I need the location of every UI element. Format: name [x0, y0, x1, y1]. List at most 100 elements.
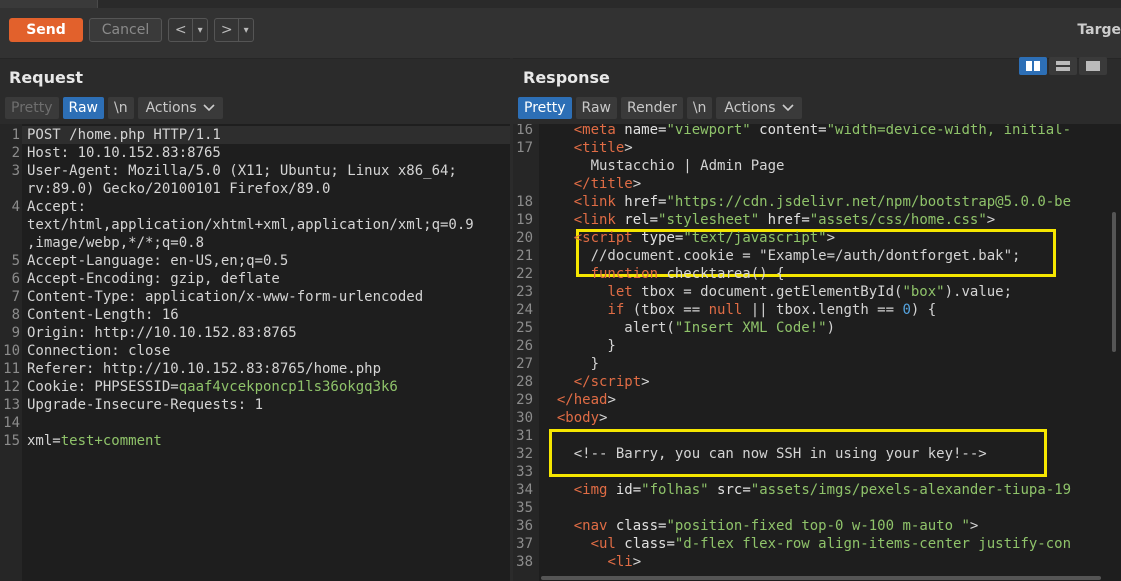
forward-history-dropdown[interactable]: ▾ — [238, 19, 253, 41]
token-plain: > — [632, 554, 642, 570]
token-str: "box" — [902, 284, 945, 300]
response-tab-render[interactable]: Render — [620, 97, 683, 119]
response-line: 29 </head> — [513, 391, 1121, 409]
request-line: 3 User-Agent: Mozilla/5.0 (X11; Ubuntu; L… — [0, 162, 510, 180]
code-text: Referer: http://10.10.152.83:8765/home.p… — [27, 360, 381, 378]
token-plain: > — [607, 392, 616, 408]
back-history-dropdown[interactable]: ▾ — [192, 19, 207, 41]
line-number: 11 — [3, 361, 20, 377]
code-text: <img id="folhas" src="assets/imgs/pexels… — [540, 481, 1071, 499]
line-number: 13 — [3, 397, 20, 413]
request-tab-pretty[interactable]: Pretty — [5, 97, 59, 119]
token-plain: Mustacchio | Admin Page — [540, 158, 785, 174]
top-toolbar: Send Cancel < ▾ > ▾ Targe — [0, 0, 1121, 59]
token-str: "assets/css/home.css" — [809, 212, 987, 228]
response-line: 34 <img id="folhas" src="assets/imgs/pex… — [513, 481, 1121, 499]
response-line: 33 — [513, 463, 1121, 481]
token-tag: <script — [573, 230, 642, 246]
line-number: 4 — [11, 199, 20, 215]
token-plain: Upgrade-Insecure-Requests: 1 — [27, 397, 264, 413]
token-attr: content= — [750, 124, 827, 138]
request-line: 12 Cookie: PHPSESSID=qaaf4vcekponcp1ls36o… — [0, 378, 510, 396]
back-button[interactable]: < — [169, 19, 192, 41]
response-line: 36 <nav class="position-fixed top-0 w-10… — [513, 517, 1121, 535]
response-tab-raw[interactable]: Raw — [575, 97, 617, 119]
token-kw: let — [607, 284, 633, 300]
code-text: </head> — [540, 391, 616, 409]
cancel-button[interactable]: Cancel — [89, 18, 162, 42]
request-tab-raw[interactable]: Raw — [62, 97, 104, 119]
token-plain: ) { — [910, 302, 937, 318]
request-tab-newline[interactable]: \n — [107, 97, 134, 119]
token-attr: href= — [759, 212, 810, 228]
token-tag: </title — [573, 176, 633, 192]
request-line: 1 POST /home.php HTTP/1.1 — [0, 126, 510, 144]
response-line: 20 <script type="text/javascript"> — [513, 229, 1121, 247]
chevron-down-icon — [781, 104, 794, 112]
line-number: 31 — [516, 428, 533, 444]
split-vertical-icon[interactable] — [1049, 57, 1077, 75]
token-tag: <link — [573, 212, 625, 228]
response-actions-menu[interactable]: Actions — [716, 97, 802, 119]
response-editor[interactable]: 16 <meta name="viewport" content="width=… — [513, 124, 1121, 581]
line-number: 28 — [516, 374, 533, 390]
token-attr: id= — [615, 482, 642, 498]
token-plain: ) — [826, 320, 836, 336]
repeater-tab[interactable] — [0, 0, 98, 8]
response-tab-pretty[interactable]: Pretty — [518, 97, 572, 119]
token-plain: > — [826, 230, 836, 246]
response-line: 28 </script> — [513, 373, 1121, 391]
token-plain: Content-Length: 16 — [27, 307, 179, 323]
single-pane-icon[interactable] — [1079, 57, 1107, 75]
response-actions-label: Actions — [724, 100, 776, 116]
token-attr: class= — [624, 536, 675, 552]
token-plain: checktarea() { — [658, 266, 785, 282]
token-plain: rv:89.0) Gecko/20100101 Firefox/89.0 — [27, 181, 331, 197]
token-plain: } — [540, 356, 600, 372]
token-plain: Content-Type: application/x-www-form-url… — [27, 289, 424, 305]
token-tag: <nav — [573, 518, 616, 534]
token-plain: } — [540, 338, 616, 354]
line-number: 26 — [516, 338, 533, 354]
code-text: <nav class="position-fixed top-0 w-100 m… — [540, 517, 979, 535]
code-text: ,image/webp,*/*;q=0.8 — [27, 234, 204, 252]
line-number: 8 — [11, 307, 20, 323]
token-tag: <meta — [573, 124, 625, 138]
code-text: rv:89.0) Gecko/20100101 Firefox/89.0 — [27, 180, 330, 198]
response-line: 21 //document.cookie = "Example=/auth/do… — [513, 247, 1121, 265]
token-plain: Accept-Encoding: gzip, deflate — [27, 271, 280, 287]
token-plain: Accept-Language: en-US,en;q=0.5 — [27, 253, 289, 269]
code-text: <link rel="stylesheet" href="assets/css/… — [540, 211, 995, 229]
request-actions-menu[interactable]: Actions — [137, 97, 223, 119]
split-horizontal-icon[interactable] — [1019, 57, 1047, 75]
token-tag: <link — [573, 194, 625, 210]
send-button[interactable]: Send — [9, 18, 83, 42]
token-attr: href= — [624, 194, 667, 210]
response-tab-newline[interactable]: \n — [686, 97, 713, 119]
code-text: <meta name="viewport" content="width=dev… — [540, 124, 1071, 139]
response-horizontal-scrollbar[interactable] — [541, 576, 1101, 580]
request-line: 4 Accept: — [0, 198, 510, 216]
request-editor[interactable]: 1 POST /home.php HTTP/1.1 2 Host: 10.10.152… — [0, 124, 510, 581]
response-line: 30 <body> — [513, 409, 1121, 427]
response-line: 37 <ul class="d-flex flex-row align-item… — [513, 535, 1121, 553]
response-line: 38 <li> — [513, 553, 1121, 571]
response-line: 25 alert("Insert XML Code!") — [513, 319, 1121, 337]
line-number: 38 — [516, 554, 533, 570]
code-text: User-Agent: Mozilla/5.0 (X11; Ubuntu; Li… — [27, 162, 457, 180]
code-text: Cookie: PHPSESSID=qaaf4vcekponcp1ls36okg… — [27, 378, 398, 396]
code-text: Accept: — [27, 198, 86, 216]
token-kw: function — [590, 266, 659, 282]
line-number: 29 — [516, 392, 533, 408]
code-text: Host: 10.10.152.83:8765 — [27, 144, 221, 162]
line-number: 22 — [516, 266, 533, 282]
response-line: 19 <link rel="stylesheet" href="assets/c… — [513, 211, 1121, 229]
target-label[interactable]: Targe — [1077, 22, 1121, 38]
forward-button[interactable]: > — [215, 19, 238, 41]
code-text: if (tbox == null || tbox.length == 0) { — [540, 301, 936, 319]
forward-nav-group: > ▾ — [214, 18, 254, 42]
line-number: 12 — [3, 379, 20, 395]
